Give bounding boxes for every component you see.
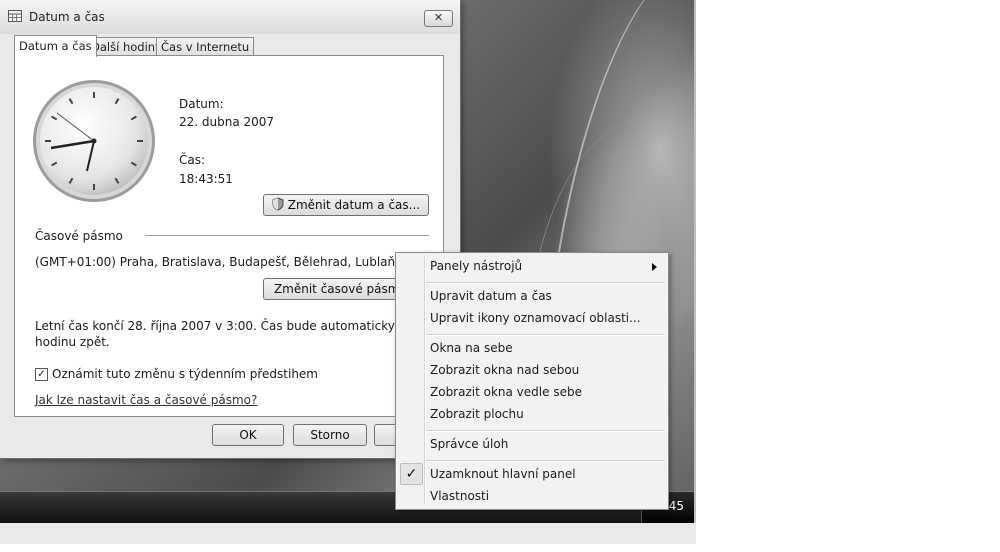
timezone-heading: Časové pásmo (35, 229, 123, 243)
help-link[interactable]: Jak lze nastavit čas a časové pásmo? (35, 393, 257, 407)
close-icon: ✕ (433, 11, 444, 24)
check-icon: ✓ (37, 369, 46, 380)
menu-item-label: Upravit ikony oznamovací oblasti... (430, 311, 641, 325)
date-time-dialog: Datum a čas ✕ Datum a čas Další hodiny Č… (0, 0, 461, 459)
clock-window-icon (8, 10, 22, 22)
menu-item-lock-taskbar[interactable]: Uzamknout hlavní panel (430, 467, 576, 481)
tab-label: Další hodiny (91, 40, 162, 54)
menu-item-customize-notification-icons[interactable]: Upravit ikony oznamovací oblasti... (430, 311, 641, 325)
tab-date-time[interactable]: Datum a čas (14, 35, 97, 57)
title-bar[interactable]: Datum a čas ✕ (0, 0, 460, 34)
menu-item-label: Panely nástrojů (430, 259, 523, 273)
change-date-time-button[interactable]: Změnit datum a čas... (263, 194, 429, 216)
menu-item-label: Uzamknout hlavní panel (430, 467, 576, 481)
check-icon: ✓ (400, 463, 423, 485)
submenu-arrow-icon (652, 263, 657, 271)
tab-panel: Datum: 22. dubna 2007 Čas: 18:43:51 Změn… (14, 55, 459, 417)
notify-checkbox[interactable]: ✓ (35, 368, 48, 381)
analog-clock (33, 80, 155, 202)
menu-item-adjust-date-time[interactable]: Upravit datum a čas (430, 289, 552, 303)
tab-additional-clocks[interactable]: Další hodiny (86, 37, 167, 56)
close-button[interactable]: ✕ (424, 10, 453, 27)
menu-item-label: Zobrazit okna vedle sebe (430, 385, 582, 399)
section-divider (145, 235, 429, 236)
menu-item-label: Upravit datum a čas (430, 289, 552, 303)
ok-button[interactable]: OK (212, 424, 284, 446)
menu-item-label: Zobrazit okna nad sebou (430, 363, 580, 377)
menu-item-side-by-side[interactable]: Zobrazit okna vedle sebe (430, 385, 582, 399)
menu-gutter (424, 255, 426, 505)
button-label: Storno (310, 428, 350, 442)
date-value: 22. dubna 2007 (179, 115, 275, 129)
menu-item-properties[interactable]: Vlastnosti (430, 489, 489, 503)
menu-item-stack-windows[interactable]: Zobrazit okna nad sebou (430, 363, 579, 377)
tab-internet-time[interactable]: Čas v Internetu (156, 37, 255, 56)
menu-item-label: Vlastnosti (430, 489, 490, 503)
time-value: 18:43:51 (179, 172, 233, 186)
menu-item-task-manager[interactable]: Správce úloh (430, 437, 508, 451)
button-label: Změnit datum a čas... (287, 198, 421, 212)
tab-label: Datum a čas (19, 39, 92, 53)
date-label: Datum: (179, 97, 224, 111)
tab-label: Čas v Internetu (161, 40, 250, 54)
timezone-value: (GMT+01:00) Praha, Bratislava, Budapešť,… (35, 255, 396, 269)
menu-item-label: Správce úloh (430, 437, 509, 451)
menu-separator (426, 430, 664, 432)
taskbar-context-menu: Panely nástrojů Upravit datum a čas Upra… (395, 252, 669, 510)
menu-item-label: Okna na sebe (430, 341, 513, 355)
menu-item-label: Zobrazit plochu (430, 407, 524, 421)
cancel-button[interactable]: Storno (293, 424, 367, 446)
notify-checkbox-label[interactable]: Oznámit tuto změnu s týdenním předstihem (52, 367, 318, 381)
screen-bottom-strip (0, 522, 696, 544)
shield-icon (272, 197, 284, 211)
menu-item-cascade-windows[interactable]: Okna na sebe (430, 341, 513, 355)
menu-item-toolbars[interactable]: Panely nástrojů (430, 259, 522, 273)
menu-separator (426, 334, 664, 336)
menu-separator (426, 460, 664, 462)
time-label: Čas: (179, 153, 206, 167)
button-label: OK (239, 428, 257, 442)
menu-item-show-desktop[interactable]: Zobrazit plochu (430, 407, 524, 421)
dst-info-line: hodinu zpět. (35, 335, 110, 349)
screen-edge (694, 0, 696, 543)
menu-separator (426, 282, 664, 284)
window-title: Datum a čas (29, 10, 105, 24)
